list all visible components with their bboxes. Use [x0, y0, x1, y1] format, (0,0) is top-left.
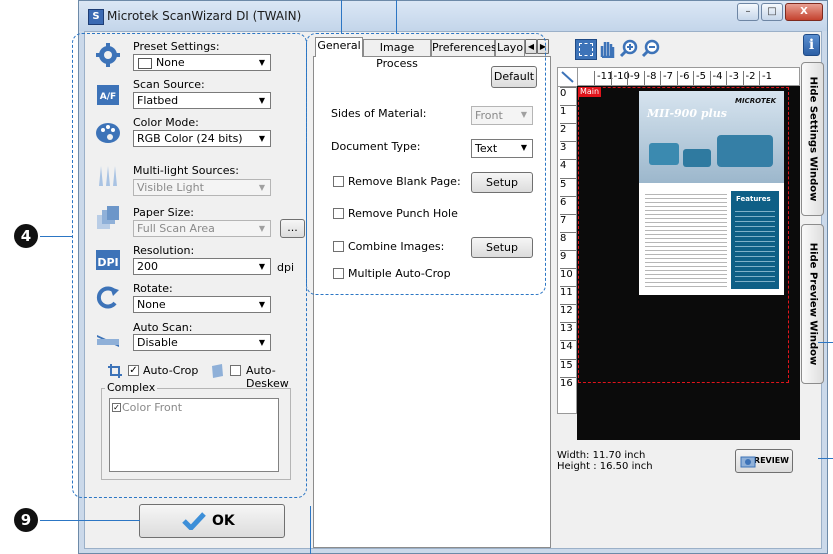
ruler-corner-icon [561, 71, 574, 83]
ok-label: OK [212, 513, 235, 529]
height-text: Height : 16.50 inch [557, 461, 653, 472]
hide-preview-button[interactable]: Hide Preview Window [801, 224, 824, 384]
callout-line-9 [40, 520, 140, 521]
width-text: Width: 11.70 inch [557, 450, 646, 461]
callout-9: 9 [14, 508, 38, 532]
ruler-x-tick: -2 [742, 71, 755, 85]
ruler-y-tick: 13 [560, 322, 576, 334]
ruler-y-tick: 1 [560, 105, 576, 117]
checkmark-icon [182, 512, 206, 530]
close-button[interactable]: X [785, 3, 823, 21]
ruler-y-tick: 11 [560, 286, 576, 298]
title-bar: S Microtek ScanWizard DI (TWAIN) – □ X [79, 1, 827, 31]
callout-line-top-2 [396, 0, 397, 33]
ruler-x-tick: -1 [759, 71, 772, 85]
hide-settings-label: Hide Settings Window [807, 76, 818, 202]
hand-icon[interactable] [597, 39, 617, 58]
ruler-x-tick: -8 [643, 71, 656, 85]
main-selection-label: Main [578, 87, 602, 97]
ruler-corner [557, 67, 579, 88]
ruler-x-tick: -6 [676, 71, 689, 85]
zoom-in-icon[interactable] [619, 39, 639, 58]
callout-line-4 [40, 236, 72, 237]
minimize-button[interactable]: – [737, 3, 759, 21]
ruler-y-tick: 3 [560, 141, 576, 153]
ruler-x-tick: -5 [693, 71, 706, 85]
tab-highlight-outline [306, 33, 546, 295]
window-title: Microtek ScanWizard DI (TWAIN) [107, 9, 302, 23]
ruler-y-tick: 4 [560, 159, 576, 171]
ruler-y-tick: 12 [560, 304, 576, 316]
ruler-y-tick: 2 [560, 123, 576, 135]
info-button[interactable]: i [803, 34, 820, 56]
ruler-x-tick: -3 [726, 71, 739, 85]
ruler-y-tick: 5 [560, 177, 576, 190]
callout-line-top-1 [341, 0, 342, 33]
settings-highlight-outline [72, 33, 307, 498]
ruler-y-tick: 16 [560, 376, 576, 389]
ruler-y-tick: 10 [560, 268, 576, 280]
callout-line-right-1 [818, 342, 833, 343]
callout-line-bottom [310, 506, 311, 554]
preview-icon [740, 456, 756, 468]
ok-button[interactable]: OK [139, 504, 285, 538]
preview-button[interactable]: PREVIEW [735, 449, 793, 473]
hide-settings-button[interactable]: Hide Settings Window [801, 62, 824, 216]
ruler-y-tick: 15 [560, 358, 576, 371]
ruler-y-tick: 0 [560, 87, 576, 99]
callout-line-right-2 [818, 458, 833, 459]
ruler-y-tick: 7 [560, 213, 576, 226]
ruler-x-tick: -4 [709, 71, 722, 85]
vertical-ruler: 0 1 2 3 4 5 6 7 8 9 10 11 12 13 14 15 16 [557, 86, 577, 414]
preview-area[interactable]: MICROTEK MII-900 plus Features Main [577, 86, 800, 440]
app-icon: S [88, 9, 104, 25]
ruler-x-tick: -9 [627, 71, 640, 85]
ruler-x-tick: -7 [660, 71, 673, 85]
ruler-y-tick: 8 [560, 231, 576, 244]
zoom-out-icon[interactable] [641, 39, 661, 58]
callout-4: 4 [14, 224, 38, 248]
main-selection-frame[interactable] [578, 87, 789, 383]
horizontal-ruler: -11 -10 -9 -8 -7 -6 -5 -4 -3 -2 -1 [577, 67, 800, 86]
ruler-y-tick: 9 [560, 249, 576, 262]
hide-preview-label: Hide Preview Window [807, 242, 818, 366]
ruler-y-tick: 14 [560, 340, 576, 352]
preview-panel: -11 -10 -9 -8 -7 -6 -5 -4 -3 -2 -1 0 1 2 3 4 5 6 7 8 9 10 11 1… [555, 32, 824, 548]
ruler-y-tick: 6 [560, 195, 576, 208]
select-tool-icon[interactable] [575, 39, 597, 60]
maximize-button[interactable]: □ [761, 3, 783, 21]
